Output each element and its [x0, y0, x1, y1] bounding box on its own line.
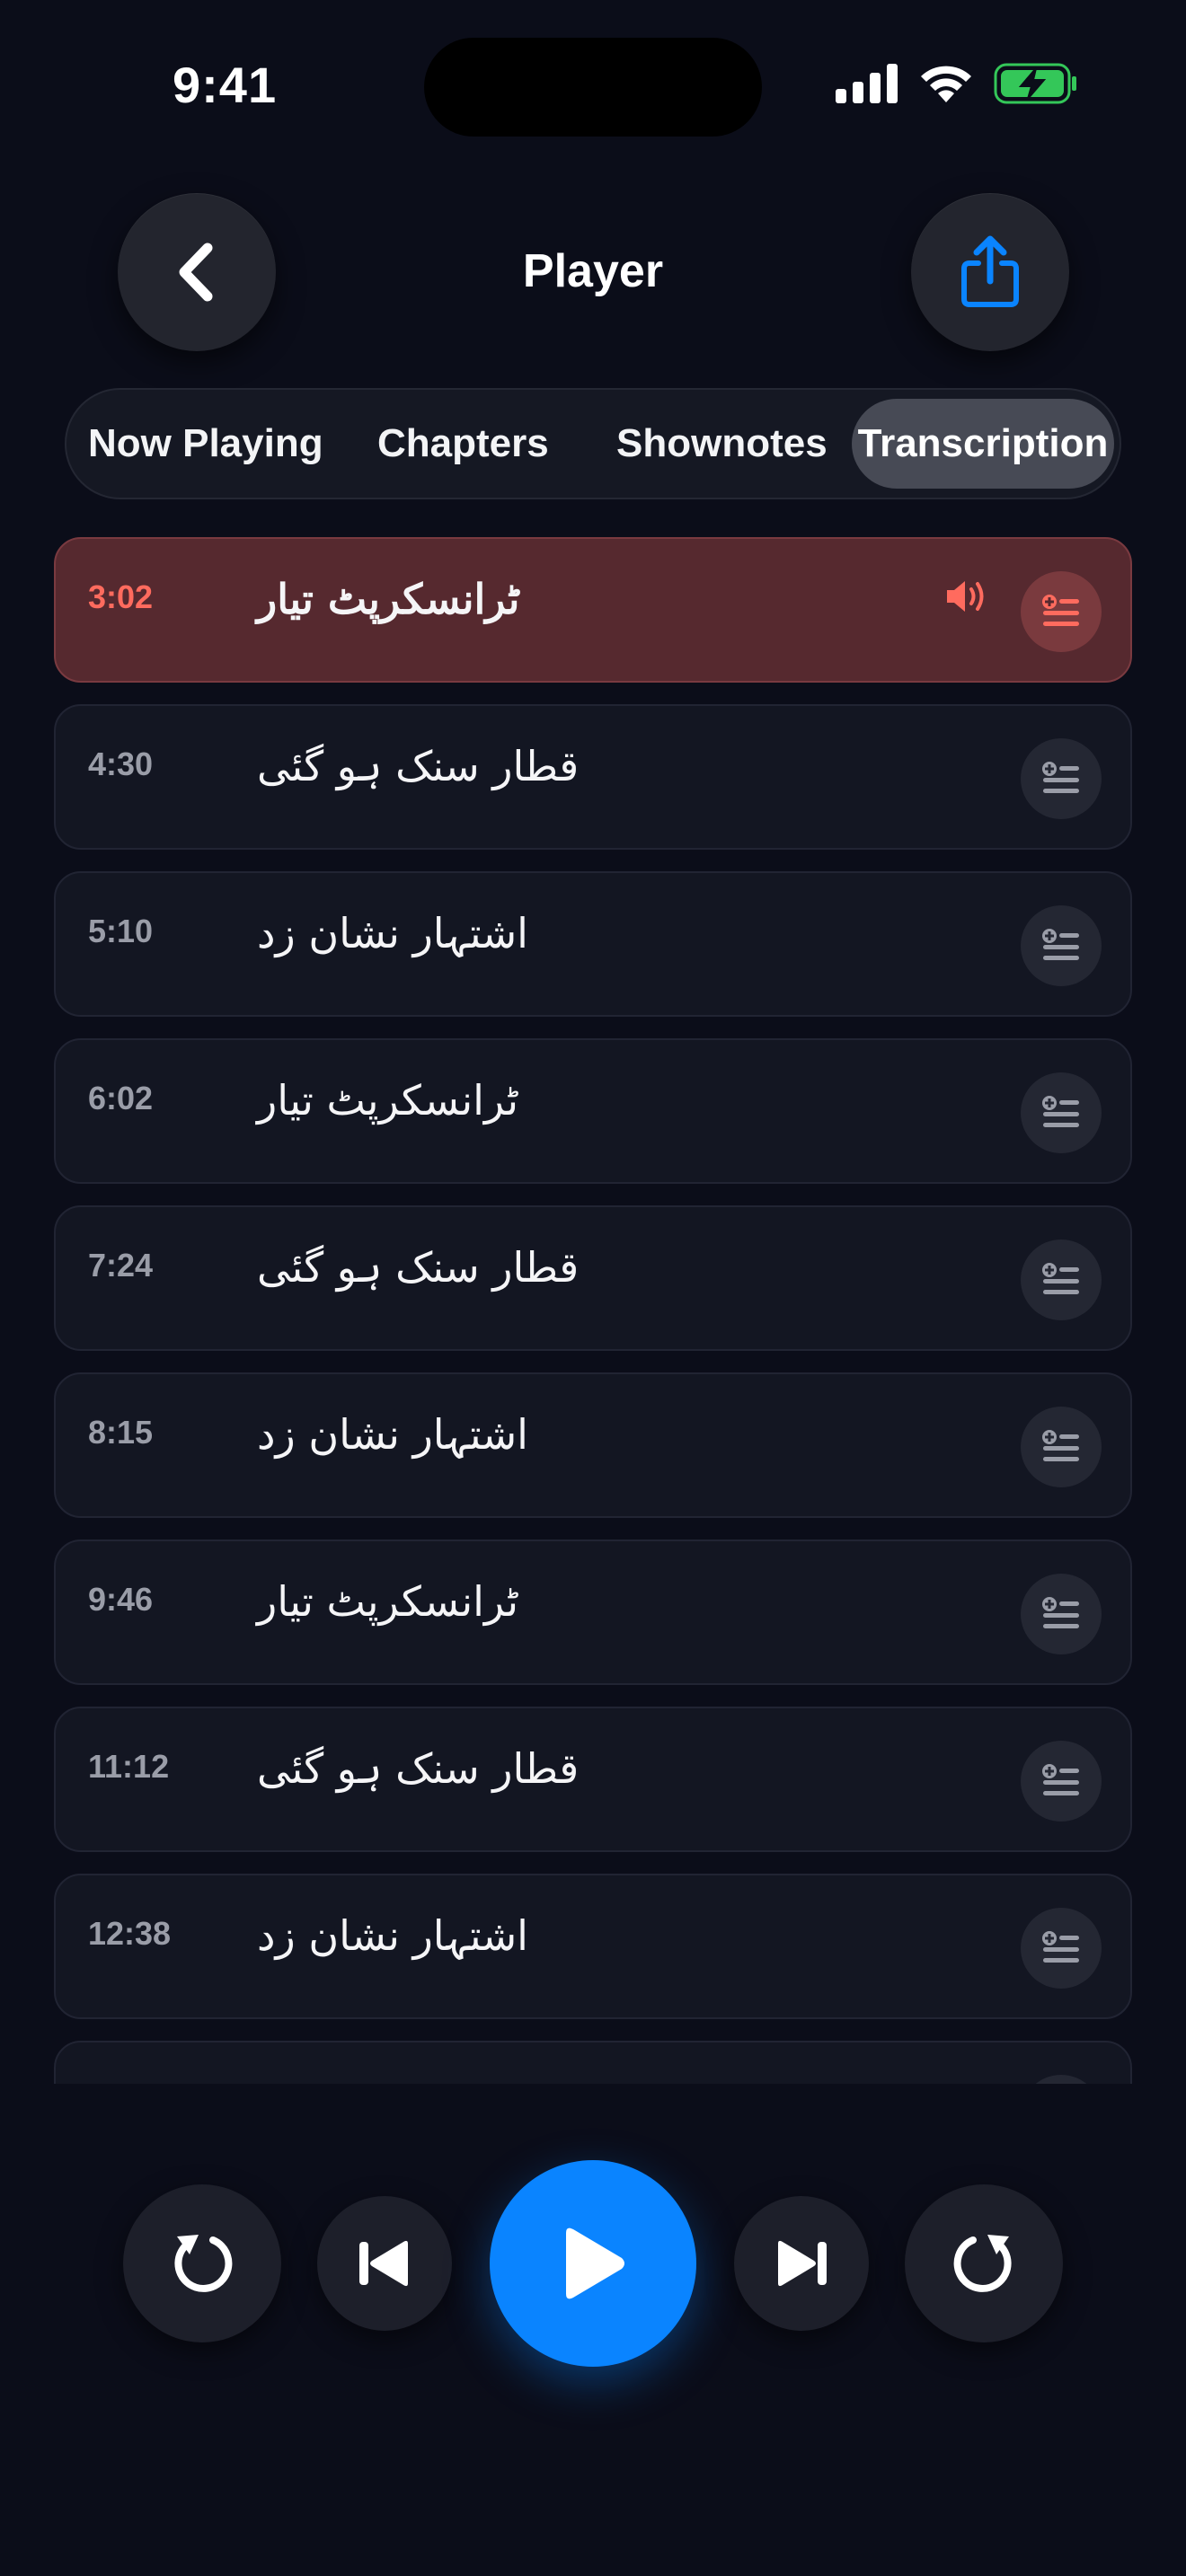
- add-to-queue-icon: [1042, 1597, 1079, 1628]
- row-text: ٹرانسکرپٹ تیار: [257, 575, 520, 623]
- dynamic-island: [424, 38, 762, 137]
- row-text: ٹرانسکرپٹ تیار: [257, 1076, 519, 1125]
- forward-button[interactable]: [905, 2184, 1063, 2342]
- transcript-row[interactable]: 8:15 اشتہار نشان زد: [54, 1372, 1132, 1518]
- transcript-row[interactable]: 9:46 ٹرانسکرپٹ تیار: [54, 1539, 1132, 1685]
- add-to-queue-button[interactable]: [1021, 1908, 1102, 1989]
- row-text: اشتہار نشان زد: [257, 909, 528, 957]
- share-button[interactable]: [911, 193, 1069, 351]
- add-to-queue-button[interactable]: [1021, 571, 1102, 652]
- transcript-row[interactable]: 6:02 ٹرانسکرپٹ تیار: [54, 1038, 1132, 1184]
- row-timestamp: 8:15: [88, 1414, 154, 1451]
- add-to-queue-icon: [1042, 1764, 1079, 1795]
- tab-chapters[interactable]: Chapters: [377, 390, 549, 498]
- status-icons: [836, 63, 1078, 104]
- row-timestamp: 4:30: [88, 745, 154, 782]
- wifi-icon: [921, 66, 971, 102]
- skip-forward-button[interactable]: [734, 2196, 869, 2331]
- add-to-queue-button[interactable]: [1021, 2075, 1102, 2084]
- add-to-queue-icon: [1042, 762, 1079, 793]
- add-to-queue-button[interactable]: [1021, 905, 1102, 986]
- add-to-queue-icon: [1042, 1931, 1079, 1963]
- tab-shownotes[interactable]: Shownotes: [616, 390, 828, 498]
- row-text: قطار سنک ہو گئی: [257, 742, 580, 790]
- add-to-queue-button[interactable]: [1021, 1574, 1102, 1654]
- tab-now-playing[interactable]: Now Playing: [88, 390, 323, 498]
- speaker-wave-icon: [947, 581, 984, 612]
- forward-icon: [953, 2235, 1012, 2292]
- rewind-icon: [174, 2235, 233, 2292]
- tab-transcription[interactable]: Transcription: [852, 399, 1114, 489]
- play-icon: [566, 2228, 624, 2299]
- add-to-queue-icon: [1042, 1096, 1079, 1127]
- row-text: قطار سنک ہو گئی: [257, 1744, 580, 1793]
- transcript-row-partial[interactable]: [54, 2041, 1132, 2084]
- add-to-queue-icon: [1042, 929, 1079, 960]
- row-timestamp: 3:02: [88, 578, 154, 615]
- play-button[interactable]: [490, 2160, 696, 2367]
- row-timestamp: 6:02: [88, 1080, 154, 1116]
- transcript-list[interactable]: 3:02 ٹرانسکرپٹ تیار 4:30 قطار سنک ہو گئی: [54, 537, 1132, 2084]
- skip-back-button[interactable]: [317, 2196, 452, 2331]
- transcript-row[interactable]: 4:30 قطار سنک ہو گئی: [54, 704, 1132, 850]
- transcript-row[interactable]: 12:38 اشتہار نشان زد: [54, 1874, 1132, 2019]
- row-timestamp: 7:24: [88, 1247, 154, 1284]
- skip-back-icon: [359, 2240, 408, 2287]
- row-timestamp: 11:12: [88, 1748, 170, 1785]
- transcript-row[interactable]: 7:24 قطار سنک ہو گئی: [54, 1205, 1132, 1351]
- add-to-queue-icon: [1042, 1430, 1079, 1461]
- add-to-queue-button[interactable]: [1021, 1741, 1102, 1822]
- add-to-queue-icon: [1042, 1263, 1079, 1294]
- add-to-queue-button[interactable]: [1021, 738, 1102, 819]
- player-screen: 9:41 Player Now Playing Chapters Shownot…: [0, 0, 1186, 2576]
- status-time: 9:41: [173, 57, 278, 113]
- add-to-queue-icon: [1042, 595, 1079, 626]
- row-timestamp: 12:38: [88, 1915, 172, 1952]
- row-text: اشتہار نشان زد: [257, 1911, 528, 1960]
- add-to-queue-button[interactable]: [1021, 1239, 1102, 1320]
- row-text: قطار سنک ہو گئی: [257, 1243, 580, 1292]
- add-to-queue-button[interactable]: [1021, 1072, 1102, 1153]
- row-text: اشتہار نشان زد: [257, 1410, 528, 1459]
- row-text: ٹرانسکرپٹ تیار: [257, 1577, 519, 1626]
- add-to-queue-button[interactable]: [1021, 1407, 1102, 1487]
- skip-forward-icon: [778, 2240, 827, 2287]
- transcript-row[interactable]: 11:12 قطار سنک ہو گئی: [54, 1707, 1132, 1852]
- rewind-button[interactable]: [123, 2184, 281, 2342]
- transcript-row-active[interactable]: 3:02 ٹرانسکرپٹ تیار: [54, 537, 1132, 683]
- cellular-signal-icon: [836, 64, 898, 103]
- row-timestamp: 9:46: [88, 1581, 154, 1618]
- row-timestamp: 5:10: [88, 913, 154, 949]
- share-icon: [961, 235, 1019, 307]
- transcript-row[interactable]: 5:10 اشتہار نشان زد: [54, 871, 1132, 1017]
- segmented-tabs: Now Playing Chapters Shownotes Transcrip…: [65, 388, 1121, 499]
- battery-charging-icon: [994, 63, 1076, 104]
